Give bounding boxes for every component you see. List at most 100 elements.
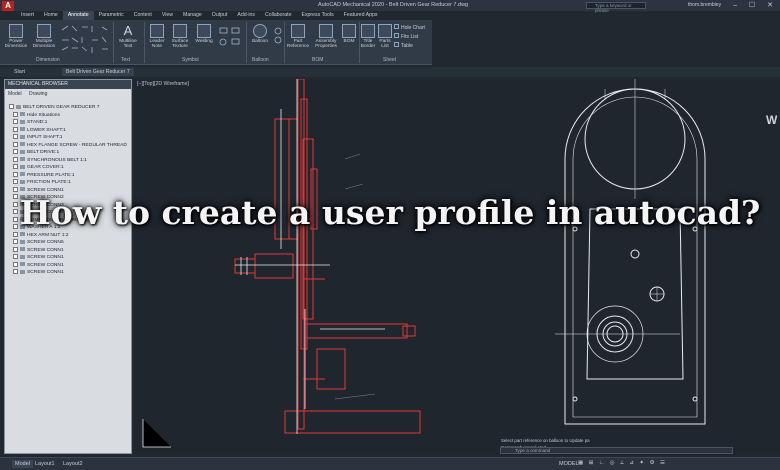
leader-note-button[interactable]: Leader Note bbox=[146, 24, 168, 49]
expand-toggle-icon[interactable] bbox=[13, 179, 18, 185]
hole-chart-button[interactable]: Hole Chart bbox=[394, 24, 425, 33]
browser-tree-item[interactable]: SCREW CONN1 bbox=[9, 261, 129, 270]
expand-toggle-icon[interactable] bbox=[13, 141, 18, 147]
title-border-button[interactable]: Title Border bbox=[360, 24, 376, 49]
doc-tab-start[interactable]: Start bbox=[10, 68, 29, 76]
surface-texture-button[interactable]: Surface Texture bbox=[169, 24, 191, 49]
browser-tree-item[interactable]: Hide Situations bbox=[9, 111, 129, 120]
expand-toggle-icon[interactable] bbox=[13, 126, 18, 132]
browser-tree-item[interactable]: SCREW CONN1 bbox=[9, 269, 129, 277]
dimension-small-icons[interactable] bbox=[60, 24, 110, 54]
expand-toggle-icon[interactable] bbox=[13, 134, 18, 140]
window-controls[interactable]: – ☐ ✕ bbox=[733, 1, 778, 9]
symbol-small-icons[interactable] bbox=[218, 26, 244, 52]
bom-label: BOM bbox=[343, 39, 355, 44]
browser-tab-model[interactable]: Model bbox=[8, 91, 22, 97]
expand-toggle-icon[interactable] bbox=[13, 119, 18, 125]
browser-tree-item[interactable]: BELT DRIVEN GEAR REDUCER 7 bbox=[9, 104, 129, 112]
component-icon bbox=[20, 157, 25, 162]
ribbon-separator bbox=[246, 22, 247, 63]
browser-tree-item[interactable]: PRESSURE PLATE:1 bbox=[9, 171, 129, 180]
panel-label-sheet[interactable]: Sheet bbox=[383, 57, 396, 63]
expand-toggle-icon[interactable] bbox=[13, 239, 18, 245]
layout-tab-layout1[interactable]: Layout1 bbox=[32, 460, 58, 468]
search-input[interactable]: Type a keyword or phrase bbox=[586, 2, 646, 13]
tab-express-tools[interactable]: Express Tools bbox=[296, 11, 338, 20]
balloon-button[interactable]: Balloon bbox=[248, 24, 272, 44]
viewcube-compass[interactable]: W bbox=[766, 113, 777, 127]
layout-tab-model[interactable]: Model bbox=[12, 460, 33, 468]
multiline-text-button[interactable]: A Multiline Text bbox=[115, 24, 141, 50]
panel-label-symbol[interactable]: Symbol bbox=[182, 57, 199, 63]
expand-toggle-icon[interactable] bbox=[13, 246, 18, 252]
tree-item-label: SCREW CONN1 bbox=[27, 270, 64, 275]
expand-toggle-icon[interactable] bbox=[13, 269, 18, 275]
expand-toggle-icon[interactable] bbox=[13, 171, 18, 177]
expand-toggle-icon[interactable] bbox=[13, 156, 18, 162]
browser-tree-item[interactable]: SYNCHRONOUS BELT 1:1 bbox=[9, 156, 129, 165]
tree-item-label: SCREW CONN1 bbox=[27, 247, 64, 253]
browser-tree-item[interactable]: HEX FLANGE SCREW - REGULAR THREAD bbox=[9, 141, 129, 150]
tab-collaborate[interactable]: Collaborate bbox=[260, 11, 297, 20]
status-toolbar-icons[interactable]: ▦ ⊞ ∟ ◎ ⟂ ⊿ ✦ ⚙ ☰ bbox=[578, 460, 667, 467]
multiple-dimension-button[interactable]: Multiple Dimension bbox=[30, 24, 58, 49]
tab-add-ins[interactable]: Add-ins bbox=[232, 11, 260, 20]
browser-tree-item[interactable]: FRICTION PLATE:1 bbox=[9, 179, 129, 187]
expand-toggle-icon[interactable] bbox=[13, 254, 18, 260]
browser-tree-item[interactable]: BELT DRIVE:1 bbox=[9, 149, 129, 157]
tab-home[interactable]: Home bbox=[39, 11, 63, 20]
tree-item-label: SCREW CONN5 bbox=[27, 240, 64, 245]
autocad-logo-icon[interactable]: A bbox=[2, 1, 14, 11]
browser-tree-item[interactable]: SCREW CONN1 bbox=[9, 254, 129, 262]
tab-parametric[interactable]: Parametric bbox=[94, 11, 129, 20]
command-line-input[interactable]: Type a command bbox=[500, 447, 733, 454]
parts-list-button[interactable]: Parts List bbox=[377, 24, 393, 49]
viewport-controls-label[interactable]: [–][Top][2D Wireframe] bbox=[137, 81, 189, 87]
expand-toggle-icon[interactable] bbox=[9, 104, 14, 110]
doc-tab-drawing[interactable]: Belt Driven Gear Reducer 7 bbox=[62, 68, 134, 76]
user-name[interactable]: thom.brembley bbox=[688, 2, 721, 8]
browser-tree-item[interactable]: LOWER SHAFT:1 bbox=[9, 126, 129, 135]
browser-tree-item[interactable]: GEAR COVER:1 bbox=[9, 164, 129, 172]
assembly-properties-button[interactable]: Assembly Properties bbox=[312, 24, 340, 49]
tab-insert[interactable]: Insert bbox=[16, 11, 39, 20]
balloon-small-icons[interactable] bbox=[273, 26, 283, 52]
tree-item-label: LOWER SHAFT:1 bbox=[27, 127, 66, 133]
browser-tree-item[interactable]: STAND:1 bbox=[9, 119, 129, 127]
tab-output[interactable]: Output bbox=[207, 11, 233, 20]
status-bar: Model Layout1 Layout2 MODEL ▦ ⊞ ∟ ◎ ⟂ ⊿ … bbox=[0, 457, 780, 470]
surface-texture-icon bbox=[173, 24, 187, 38]
layout-tab-layout2[interactable]: Layout2 bbox=[60, 460, 86, 468]
component-icon bbox=[20, 142, 25, 147]
tab-annotate[interactable]: Annotate bbox=[62, 11, 94, 20]
bom-button[interactable]: BOM bbox=[340, 24, 358, 44]
drawing-viewport[interactable]: [–][Top][2D Wireframe] Select part refer… bbox=[135, 79, 780, 455]
expand-toggle-icon[interactable] bbox=[13, 149, 18, 155]
component-icon bbox=[20, 269, 25, 274]
tab-view[interactable]: View bbox=[157, 11, 178, 20]
browser-tab-drawing[interactable]: Drawing bbox=[29, 91, 47, 97]
browser-tree-item[interactable]: INPUT SHAFT:1 bbox=[9, 134, 129, 142]
welding-button[interactable]: Welding bbox=[192, 24, 216, 44]
power-dimension-label: Power Dimension bbox=[4, 39, 28, 49]
browser-tree-item[interactable]: SCREW CONN1 bbox=[9, 246, 129, 255]
tab-content[interactable]: Content bbox=[129, 11, 157, 20]
tab-manage[interactable]: Manage bbox=[178, 11, 207, 20]
assembly-properties-icon bbox=[319, 24, 333, 38]
fits-list-button[interactable]: Fits List bbox=[394, 33, 425, 42]
tab-featured-apps[interactable]: Featured Apps bbox=[339, 11, 383, 20]
power-dimension-button[interactable]: Power Dimension bbox=[3, 24, 29, 49]
expand-toggle-icon[interactable] bbox=[13, 261, 18, 267]
expand-toggle-icon[interactable] bbox=[13, 164, 18, 170]
front-view-drawing bbox=[555, 79, 706, 425]
table-button[interactable]: Table bbox=[394, 42, 425, 51]
panel-label-dimension[interactable]: Dimension bbox=[36, 57, 60, 63]
article-headline: How to create a user profile in autocad? bbox=[19, 193, 761, 232]
sheet-small-tools: Hole Chart Fits List Table bbox=[394, 24, 425, 51]
tree-item-label: BELT DRIVE:1 bbox=[27, 150, 60, 155]
browser-tree-item[interactable]: SCREW CONN5 bbox=[9, 239, 129, 247]
component-icon bbox=[20, 127, 25, 132]
part-reference-button[interactable]: Part Reference bbox=[286, 24, 310, 49]
drawing-canvas[interactable] bbox=[135, 79, 780, 455]
expand-toggle-icon[interactable] bbox=[13, 111, 18, 117]
